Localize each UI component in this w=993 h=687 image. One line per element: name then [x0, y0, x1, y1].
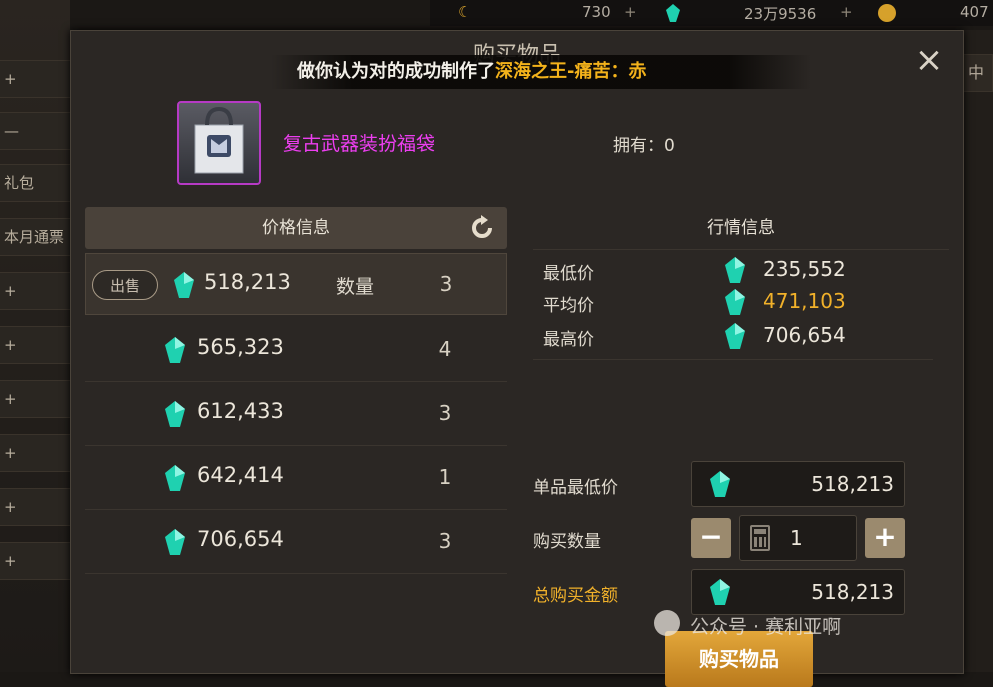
- bg-menu-item: 礼包: [0, 164, 74, 202]
- qty-input-label: 购买数量: [533, 532, 601, 552]
- price-info-header: 价格信息: [85, 207, 507, 249]
- quantity-input[interactable]: 1: [739, 515, 857, 561]
- gem-icon: [710, 579, 730, 605]
- close-button[interactable]: ×: [913, 43, 945, 77]
- increase-qty-button[interactable]: +: [865, 518, 905, 558]
- currency-topbar: ☾ 730 + 23万9536 + 407: [430, 0, 993, 26]
- gem-icon: [710, 471, 730, 497]
- gem-icon: [165, 529, 185, 555]
- market-row-max: 最高价 706,654: [543, 323, 933, 351]
- price-info-panel: 价格信息 出售 518,213 数量 3 565,323 4 612,433 3…: [85, 207, 507, 667]
- plus-icon[interactable]: +: [840, 3, 853, 21]
- listing-price: 565,323: [197, 335, 284, 359]
- calculator-icon[interactable]: [750, 525, 770, 551]
- sell-button[interactable]: 出售: [92, 270, 158, 300]
- total-value: 518,213: [811, 580, 894, 604]
- listing-price: 642,414: [197, 463, 284, 487]
- listing-row[interactable]: 出售 518,213 数量 3: [85, 253, 507, 315]
- qty-label: 数量: [336, 276, 375, 298]
- total-price-box: 518,213: [691, 569, 905, 615]
- market-row-min: 最低价 235,552: [543, 257, 933, 285]
- owned-count: 拥有：0: [613, 136, 675, 156]
- listing-row[interactable]: 565,323 4: [85, 319, 507, 382]
- close-icon: ×: [914, 40, 944, 80]
- listing-price: 706,654: [197, 527, 284, 551]
- bg-menu-item: +: [0, 488, 74, 526]
- market-row-avg: 平均价 471,103: [543, 289, 933, 317]
- bg-menu-item: +: [0, 542, 74, 580]
- currency-value-3: 407: [960, 3, 989, 21]
- total-label: 总购买金额: [533, 586, 618, 606]
- gem-icon: [725, 257, 745, 283]
- market-info-title: 行情信息: [533, 207, 949, 250]
- listing-qty: 3: [438, 401, 452, 425]
- bag-icon: [177, 101, 261, 185]
- market-label: 最低价: [543, 264, 594, 284]
- wechat-logo-icon: [654, 610, 680, 636]
- listing-qty: 4: [438, 337, 452, 361]
- divider: [533, 359, 933, 360]
- currency-value-1: 730: [582, 3, 611, 21]
- watermark-text: 公众号 · 赛利亚啊: [690, 616, 842, 638]
- item-header: 复古武器装扮福袋 拥有：0: [71, 93, 963, 197]
- bg-menu-item: +: [0, 272, 74, 310]
- notification-highlight: 深海之王-痛苦：赤: [495, 61, 647, 82]
- watermark: 公众号 · 赛利亚啊: [654, 610, 842, 639]
- item-name: 复古武器装扮福袋: [283, 133, 436, 155]
- market-value: 706,654: [763, 323, 846, 347]
- listing-qty: 3: [438, 529, 452, 553]
- listing-price: 518,213: [204, 270, 291, 294]
- quantity-value: 1: [790, 526, 803, 550]
- background-right-menu: 中: [959, 30, 993, 672]
- listing-row[interactable]: 706,654 3: [85, 511, 507, 574]
- listing-qty: 3: [439, 272, 453, 296]
- gem-icon: [666, 4, 680, 22]
- notification-text: 做你认为对的成功制作了: [297, 61, 495, 82]
- market-label: 最高价: [543, 330, 594, 350]
- plus-icon[interactable]: +: [624, 3, 637, 21]
- currency-value-2: 23万9536: [744, 5, 817, 23]
- market-value: 471,103: [763, 289, 846, 313]
- market-label: 平均价: [543, 296, 594, 316]
- gem-icon: [725, 289, 745, 315]
- refresh-icon[interactable]: [469, 215, 495, 241]
- gem-icon: [165, 465, 185, 491]
- moon-icon: ☾: [458, 3, 472, 21]
- gem-icon: [165, 401, 185, 427]
- craft-notification: 做你认为对的成功制作了深海之王-痛苦：赤: [271, 55, 811, 89]
- bg-menu-item: +: [0, 380, 74, 418]
- listing-row[interactable]: 642,414 1: [85, 447, 507, 510]
- bg-menu-item: +: [0, 434, 74, 472]
- bg-menu-item: +: [0, 60, 74, 98]
- background-left-menu: + — 礼包 本月通票 + + + + + +: [0, 0, 74, 672]
- gem-icon: [174, 272, 194, 298]
- bg-right-item: 中: [959, 54, 993, 92]
- unit-min-label: 单品最低价: [533, 478, 618, 498]
- coin-icon: [878, 4, 896, 22]
- unit-min-value: 518,213: [811, 472, 894, 496]
- market-value: 235,552: [763, 257, 846, 281]
- listing-qty: 1: [438, 465, 452, 489]
- gem-icon: [725, 323, 745, 349]
- buy-button[interactable]: 购买物品: [665, 631, 813, 687]
- gem-icon: [165, 337, 185, 363]
- bg-menu-item: 本月通票: [0, 218, 74, 256]
- listing-price: 612,433: [197, 399, 284, 423]
- bg-menu-item: +: [0, 326, 74, 364]
- price-info-title: 价格信息: [262, 218, 330, 238]
- market-info-panel: 行情信息 最低价 235,552 平均价 471,103 最高价 706,654…: [533, 207, 949, 687]
- bg-menu-item: —: [0, 112, 74, 150]
- unit-min-price-box: 518,213: [691, 461, 905, 507]
- listing-row[interactable]: 612,433 3: [85, 383, 507, 446]
- decrease-qty-button[interactable]: −: [691, 518, 731, 558]
- purchase-dialog: 购买物品 × 做你认为对的成功制作了深海之王-痛苦：赤 复古武器装扮福袋 拥有：…: [70, 30, 964, 687]
